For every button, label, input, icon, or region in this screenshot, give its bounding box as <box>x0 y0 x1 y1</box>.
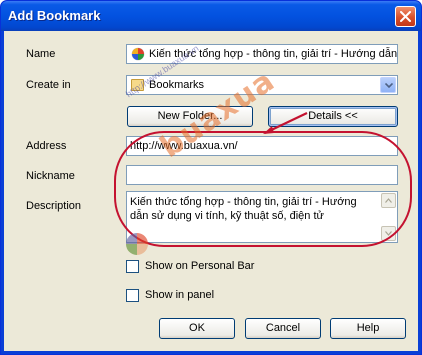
nickname-label: Nickname <box>26 170 75 182</box>
show-personal-bar-label[interactable]: Show on Personal Bar <box>145 260 254 272</box>
annotation-arrow-icon <box>263 112 308 134</box>
ok-button[interactable]: OK <box>159 318 235 339</box>
dialog-body: Name Kiến thức tổng hợp - thông tin, giả… <box>4 31 418 351</box>
dropdown-arrow[interactable] <box>380 77 396 93</box>
description-label: Description <box>26 200 82 212</box>
add-bookmark-dialog: Add Bookmark Name Kiến thức tổng hợp - t… <box>0 0 422 355</box>
address-label: Address <box>26 140 67 152</box>
show-in-panel-label[interactable]: Show in panel <box>145 289 214 301</box>
help-button[interactable]: Help <box>330 318 406 339</box>
title-bar[interactable]: Add Bookmark <box>1 1 421 31</box>
name-label: Name <box>26 48 56 60</box>
dialog-title: Add Bookmark <box>8 8 101 23</box>
cancel-button[interactable]: Cancel <box>245 318 321 339</box>
watermark-logo-icon <box>126 233 148 255</box>
show-personal-bar-checkbox[interactable] <box>126 260 139 273</box>
chevron-down-icon <box>385 83 393 88</box>
create-in-value: Bookmarks <box>149 79 205 91</box>
close-icon <box>400 11 411 22</box>
annotation-ring <box>114 131 412 247</box>
site-favicon-icon <box>131 47 145 61</box>
create-in-label: Create in <box>26 79 71 91</box>
show-in-panel-checkbox[interactable] <box>126 289 139 302</box>
close-button[interactable] <box>395 6 416 27</box>
